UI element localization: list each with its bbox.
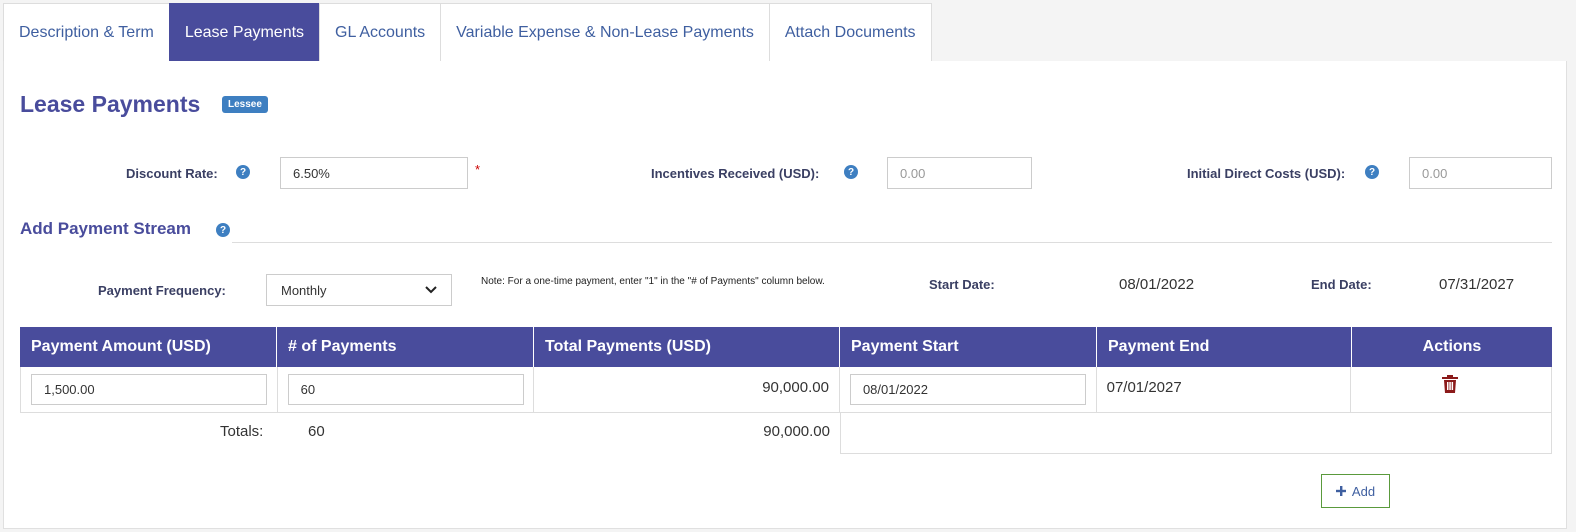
page-title: Lease Payments	[20, 91, 201, 117]
section-divider	[232, 242, 1552, 243]
tab-lease-payments[interactable]: Lease Payments	[168, 3, 321, 61]
lessee-badge: Lessee	[222, 96, 268, 113]
payment-amount-input[interactable]: 1,500.00	[31, 374, 267, 405]
one-time-payment-note: Note: For a one-time payment, enter "1" …	[481, 276, 825, 287]
col-total-payments: Total Payments (USD)	[534, 327, 840, 367]
table-row: 1,500.00 60 90,000.00 08/01/2022 07/01/2…	[20, 367, 1552, 413]
cell-payment-end: 07/01/2027	[1097, 367, 1352, 412]
cell-actions	[1351, 367, 1551, 412]
tab-gl-accounts[interactable]: GL Accounts	[319, 3, 442, 61]
totals-count: 60	[308, 423, 325, 440]
payments-table-header: Payment Amount (USD) # of Payments Total…	[20, 327, 1552, 367]
trash-icon[interactable]	[1442, 375, 1459, 393]
totals-label: Totals:	[220, 423, 264, 440]
start-date-label: Start Date:	[929, 277, 995, 292]
cell-total-payments: 90,000.00	[534, 367, 840, 412]
lease-payments-panel: Lease Payments Lessee Discount Rate: ? 6…	[3, 61, 1567, 529]
cell-payment-start: 08/01/2022	[840, 367, 1097, 412]
initial-direct-costs-help-icon[interactable]: ?	[1365, 165, 1379, 179]
plus-icon	[1335, 486, 1346, 496]
num-payments-input[interactable]: 60	[287, 374, 524, 405]
totals-amount: 90,000.00	[763, 423, 830, 440]
total-payments-value: 90,000.00	[762, 379, 829, 396]
cell-num-payments: 60	[278, 367, 535, 412]
payment-stream-help-icon[interactable]: ?	[216, 223, 230, 237]
payment-end-value: 07/01/2027	[1106, 379, 1182, 396]
add-payment-button[interactable]: Add	[1321, 474, 1390, 508]
cell-payment-amount: 1,500.00	[21, 367, 278, 412]
discount-rate-input[interactable]: 6.50%	[280, 157, 468, 189]
totals-left-edge	[20, 413, 21, 454]
add-payment-stream-title: Add Payment Stream	[20, 219, 191, 238]
col-actions: Actions	[1422, 338, 1482, 355]
col-payment-amount: Payment Amount (USD)	[20, 327, 277, 367]
discount-rate-label: Discount Rate:	[126, 166, 218, 181]
initial-direct-costs-input[interactable]: 0.00	[1409, 157, 1552, 189]
discount-rate-help-icon[interactable]: ?	[236, 165, 250, 179]
tab-variable-expense[interactable]: Variable Expense & Non-Lease Payments	[440, 3, 770, 61]
tab-attach-documents[interactable]: Attach Documents	[768, 3, 932, 61]
incentives-help-icon[interactable]: ?	[844, 165, 858, 179]
col-payment-start: Payment Start	[840, 327, 1097, 367]
required-marker: *	[475, 162, 481, 177]
chevron-down-icon	[425, 286, 437, 294]
totals-box	[840, 413, 1552, 454]
tab-description-term[interactable]: Description & Term	[3, 3, 170, 61]
initial-direct-costs-label: Initial Direct Costs (USD):	[1187, 166, 1346, 181]
payment-frequency-label: Payment Frequency:	[98, 283, 226, 298]
col-payment-end: Payment End	[1097, 327, 1352, 367]
payment-frequency-select[interactable]: Monthly	[266, 274, 452, 306]
incentives-received-label: Incentives Received (USD):	[651, 166, 820, 181]
end-date-value: 07/31/2027	[1439, 276, 1515, 293]
col-num-payments: # of Payments	[277, 327, 534, 367]
incentives-received-input[interactable]: 0.00	[887, 157, 1032, 189]
end-date-label: End Date:	[1311, 277, 1372, 292]
start-date-value: 08/01/2022	[1119, 276, 1195, 293]
tab-bar: Description & Term Lease Payments GL Acc…	[3, 3, 932, 61]
payment-frequency-value: Monthly	[281, 282, 327, 298]
add-button-label: Add	[1351, 483, 1376, 499]
payment-start-input[interactable]: 08/01/2022	[849, 374, 1086, 405]
